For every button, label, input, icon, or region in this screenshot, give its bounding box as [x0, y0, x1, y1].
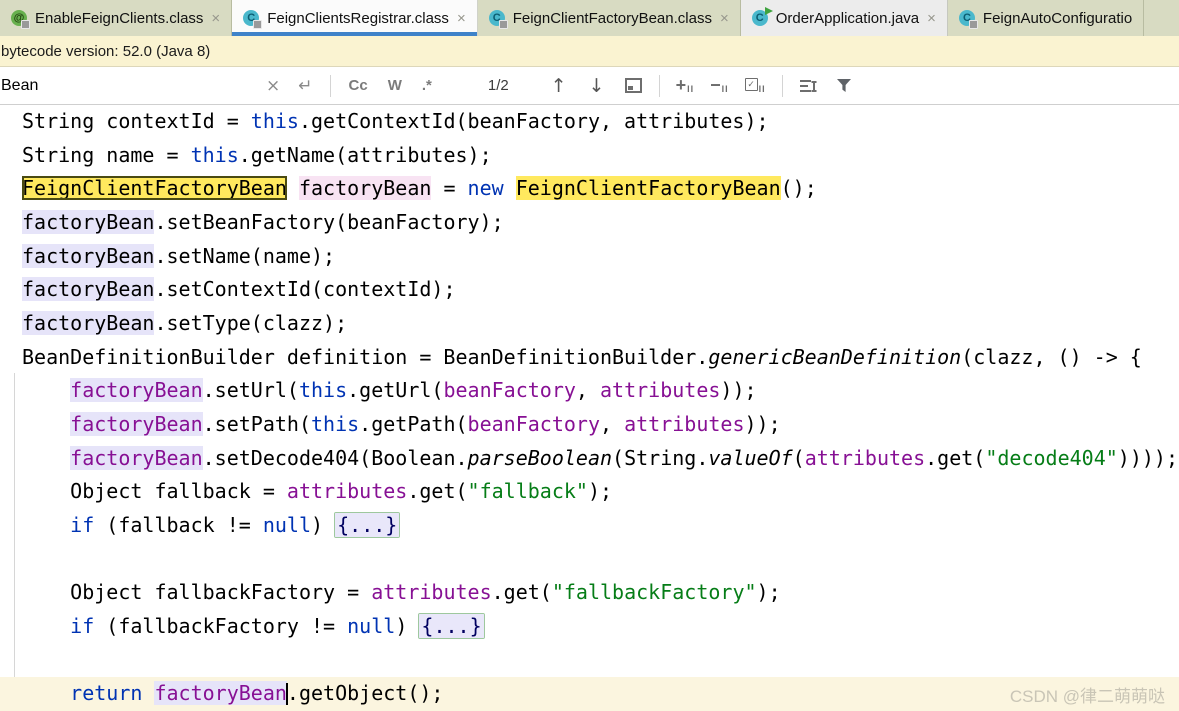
close-tab-icon[interactable]: ×: [720, 10, 729, 27]
tab-feignclientfactorybean-class[interactable]: C FeignClientFactoryBean.class ×: [477, 0, 741, 36]
folded-code-region[interactable]: {...}: [335, 512, 400, 537]
match-counter: 1/2: [487, 77, 509, 94]
words-toggle[interactable]: W: [388, 77, 402, 94]
code-line: factoryBean.setPath(this.getPath(beanFac…: [70, 411, 781, 436]
watermark: CSDN @律二萌萌哒: [1009, 687, 1165, 706]
active-tab-underline: [232, 32, 477, 36]
code-line: factoryBean.setName(name);: [22, 243, 336, 268]
folded-code-region[interactable]: {...}: [419, 613, 484, 638]
code-line: String contextId = this.getContextId(bea…: [22, 109, 769, 133]
tab-label: OrderApplication.java: [775, 9, 920, 27]
tab-label: FeignAutoConfiguratio: [982, 9, 1133, 27]
toolbar-divider: [658, 74, 660, 97]
class-icon: C: [488, 9, 508, 29]
next-occurrence-icon[interactable]: ↓: [589, 75, 605, 97]
tab-label: EnableFeignClients.class: [35, 9, 204, 27]
code-line: factoryBean.setType(clazz);: [22, 310, 348, 335]
toolbar-divider: [329, 74, 331, 97]
code-line: BeanDefinitionBuilder definition = BeanD…: [22, 344, 1142, 369]
annotation-icon: @: [11, 9, 30, 29]
tab-feignautoconfiguratio[interactable]: C FeignAutoConfiguratio: [947, 0, 1145, 36]
code-line: factoryBean.setContextId(contextId);: [22, 277, 456, 302]
notification-text: bytecode version: 52.0 (Java 8): [1, 42, 211, 60]
code-editor[interactable]: String contextId = this.getContextId(bea…: [0, 105, 1179, 711]
new-line-icon[interactable]: ↵: [298, 76, 312, 96]
class-icon: C: [958, 9, 978, 29]
remove-occurrence-icon[interactable]: − II: [710, 76, 729, 94]
code-line: if (fallbackFactory != null) {...}: [70, 613, 484, 638]
toolbar-divider: [781, 74, 783, 97]
select-all-occurrences-icon[interactable]: ✓ II: [744, 77, 766, 94]
code-line: if (fallback != null) {...}: [70, 512, 400, 537]
class-run-icon: C: [751, 6, 773, 27]
code-line: FeignClientFactoryBean factoryBean = new…: [22, 176, 817, 201]
match-case-toggle[interactable]: Cc: [349, 77, 368, 94]
lock-badge-icon: [253, 19, 263, 29]
lock-badge-icon: [968, 19, 978, 29]
previous-occurrence-icon[interactable]: ↑: [551, 75, 567, 97]
code-line: factoryBean.setUrl(this.getUrl(beanFacto…: [70, 378, 757, 403]
close-tab-icon[interactable]: ×: [457, 10, 466, 27]
filter-funnel-icon[interactable]: [836, 78, 852, 93]
search-match-highlight: FeignClientFactoryBean: [22, 176, 287, 201]
code-line: return factoryBean.getObject();: [0, 677, 1179, 711]
code-line: factoryBean.setBeanFactory(beanFactory);: [22, 209, 504, 234]
class-icon: C: [243, 9, 263, 29]
code-line: factoryBean.setDecode404(Boolean.parseBo…: [70, 445, 1179, 470]
code-line: Object fallback = attributes.get("fallba…: [22, 479, 613, 504]
close-tab-icon[interactable]: ×: [211, 10, 220, 27]
bytecode-notification-bar: bytecode version: 52.0 (Java 8): [0, 36, 1179, 67]
clear-search-icon[interactable]: ×: [266, 76, 280, 96]
search-input[interactable]: Bean: [1, 77, 257, 95]
tab-orderapplication-java[interactable]: C OrderApplication.java ×: [740, 0, 948, 36]
search-match-highlight: FeignClientFactoryBean: [515, 176, 781, 201]
run-badge-icon: [764, 6, 773, 15]
editor-tab-bar: @ EnableFeignClients.class × C FeignClientsR…: [0, 0, 1179, 36]
tab-label: FeignClientsRegistrar.class: [267, 9, 449, 27]
tab-feignclientsregistrar-class[interactable]: C FeignClientsRegistrar.class ×: [232, 0, 478, 36]
regex-toggle[interactable]: .*: [422, 77, 432, 94]
indent-guide: [14, 373, 15, 677]
tab-enablefeignclients-class[interactable]: @ EnableFeignClients.class ×: [0, 0, 233, 36]
filter-lines-icon[interactable]: [799, 79, 818, 93]
code-line: String name = this.getName(attributes);: [22, 142, 492, 167]
lock-badge-icon: [498, 19, 508, 29]
tab-label: FeignClientFactoryBean.class: [512, 9, 712, 27]
add-occurrence-icon[interactable]: + II: [676, 76, 695, 94]
close-tab-icon[interactable]: ×: [927, 10, 936, 27]
open-in-find-window-icon[interactable]: [624, 78, 642, 93]
find-toolbar: Bean × ↵ Cc W .* 1/2 ↑ ↓ + II − II ✓ II: [0, 67, 1179, 105]
lock-badge-icon: [21, 19, 30, 29]
code-line: Object fallbackFactory = attributes.get(…: [22, 580, 781, 605]
